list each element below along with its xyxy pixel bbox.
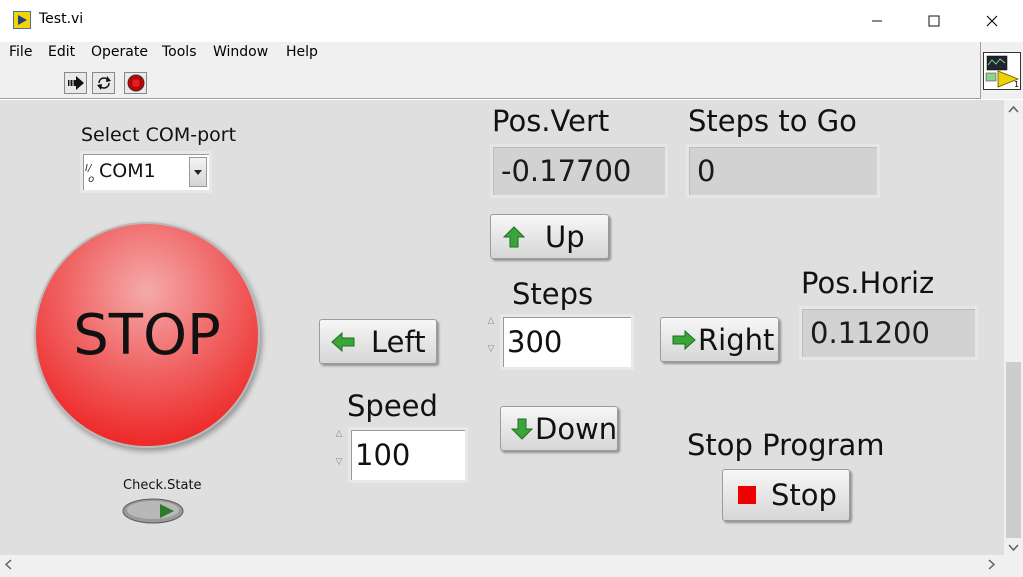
minimize-button[interactable] [848, 0, 906, 42]
menu-operate[interactable]: Operate [91, 44, 148, 60]
up-button[interactable]: Up [490, 214, 609, 259]
steps-increment-decrement[interactable]: △ ▽ [484, 314, 498, 370]
arrow-up-icon [503, 225, 525, 247]
toolbar [0, 66, 980, 99]
run-button[interactable] [64, 72, 87, 94]
scroll-right-icon[interactable] [988, 559, 996, 573]
arrow-down-icon [511, 418, 533, 440]
maximize-button[interactable] [905, 0, 963, 42]
stop-program-label: Stop Program [687, 428, 885, 462]
abort-execution-icon [127, 74, 144, 92]
increment-icon[interactable]: △ [484, 314, 498, 342]
steps-value: 300 [507, 325, 563, 359]
pos-horiz-value: 0.11200 [810, 316, 930, 350]
stop-program-button-label: Stop [771, 478, 837, 512]
menu-file[interactable]: File [9, 44, 32, 60]
abort-button[interactable] [124, 72, 147, 94]
steps-to-go-indicator: 0 [686, 144, 880, 198]
close-icon [986, 15, 998, 27]
decrement-icon[interactable]: ▽ [332, 455, 346, 483]
vertical-scroll-thumb[interactable] [1006, 362, 1021, 538]
steps-input[interactable]: 300 [500, 314, 634, 370]
speed-value: 100 [355, 438, 411, 472]
menu-window[interactable]: Window [213, 44, 268, 60]
vi-graph-icon: 1 [985, 55, 1019, 89]
arrow-left-icon [331, 331, 355, 352]
horizontal-scrollbar[interactable] [0, 555, 1004, 577]
left-button-label: Left [371, 324, 426, 359]
run-continuously-icon [96, 76, 111, 90]
pos-horiz-indicator: 0.11200 [799, 306, 978, 360]
com-port-value: COM1 [99, 160, 156, 182]
svg-text:1: 1 [1014, 80, 1019, 89]
stop-program-button[interactable]: Stop [722, 469, 850, 521]
speed-increment-decrement[interactable]: △ ▽ [332, 427, 346, 483]
labview-vi-icon [13, 11, 31, 29]
scroll-down-icon[interactable] [1008, 541, 1019, 555]
down-button[interactable]: Down [500, 406, 618, 451]
vi-connector-icon[interactable]: 1 [983, 52, 1021, 90]
menu-tools[interactable]: Tools [162, 44, 197, 60]
right-button[interactable]: Right [660, 317, 779, 362]
scroll-left-icon[interactable] [4, 559, 12, 573]
com-port-label: Select COM-port [81, 124, 237, 146]
stop-big-button[interactable]: STOP [34, 222, 260, 448]
pos-vert-value: -0.17700 [501, 154, 632, 188]
pos-vert-indicator: -0.17700 [490, 144, 668, 198]
speed-control: △ ▽ 100 [332, 427, 468, 483]
maximize-icon [928, 15, 940, 27]
menu-help[interactable]: Help [286, 44, 318, 60]
decrement-icon[interactable]: ▽ [484, 342, 498, 370]
steps-label: Steps [512, 277, 594, 311]
minimize-icon [872, 20, 882, 22]
steps-control: △ ▽ 300 [484, 314, 634, 370]
speed-input[interactable]: 100 [348, 427, 468, 483]
speed-label: Speed [347, 389, 438, 423]
up-button-label: Up [545, 219, 585, 254]
scrollbar-corner [1004, 555, 1023, 577]
run-continuously-button[interactable] [92, 72, 115, 94]
menu-edit[interactable]: Edit [48, 44, 75, 60]
right-button-label: Right [698, 322, 775, 357]
window-title: Test.vi [39, 11, 84, 27]
stop-square-icon [738, 486, 756, 504]
arrow-right-icon [672, 329, 696, 350]
com-port-selector[interactable]: I/ o COM1 [80, 151, 212, 193]
left-button[interactable]: Left [319, 319, 437, 364]
steps-to-go-value: 0 [697, 154, 716, 188]
close-button[interactable] [963, 0, 1021, 42]
check-state-led-icon [122, 498, 184, 524]
scroll-up-icon[interactable] [1008, 102, 1019, 116]
increment-icon[interactable]: △ [332, 427, 346, 455]
down-button-label: Down [535, 411, 618, 446]
pos-horiz-label: Pos.Horiz [801, 266, 935, 300]
steps-to-go-label: Steps to Go [688, 104, 857, 138]
check-state-indicator [122, 497, 186, 524]
chevron-down-icon [194, 169, 202, 175]
check-state-label: Check.State [123, 478, 202, 493]
io-prefix-icon: I/ o [85, 163, 95, 185]
pos-vert-label: Pos.Vert [492, 104, 610, 138]
com-port-dropdown-button[interactable] [189, 157, 207, 187]
stop-big-label: STOP [73, 302, 221, 368]
run-arrow-icon [67, 76, 84, 90]
